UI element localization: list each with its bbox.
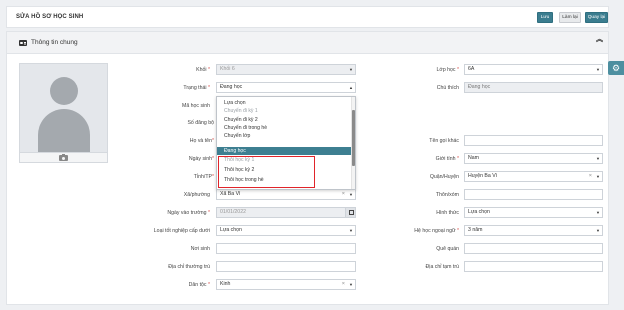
- gioi-tinh-select[interactable]: Nam ▼: [464, 153, 603, 164]
- que-quan-input[interactable]: [464, 243, 603, 254]
- quan-huyen-label: Quận/Huyện: [429, 174, 459, 180]
- upload-photo-bar[interactable]: [20, 152, 107, 162]
- noi-sinh-label: Nơi sinh: [190, 246, 210, 252]
- hinh-thuc-select[interactable]: Lựa chọn ▼: [464, 207, 603, 218]
- dropdown-option[interactable]: Chuyển đi kỳ 2: [217, 116, 353, 124]
- camera-icon[interactable]: [59, 153, 68, 161]
- dia-chi-thuong-tru-label: Địa chỉ thường trú: [168, 264, 210, 270]
- chu-thich-field: Đang học: [464, 82, 603, 93]
- so-dang-bo-label: Số đăng bộ: [187, 120, 214, 126]
- chevron-up-icon[interactable]: ︽: [596, 36, 603, 43]
- calendar-icon[interactable]: [345, 208, 355, 217]
- thon-xom-input[interactable]: [464, 189, 603, 200]
- ngay-sinh-label: Ngày sinh*: [188, 156, 214, 162]
- dia-chi-tam-tru-input[interactable]: [464, 261, 603, 272]
- dan-toc-label: Dân tộc *: [188, 282, 210, 288]
- ngay-vao-truong-input[interactable]: 01/01/2022: [216, 207, 356, 218]
- back-button[interactable]: Quay lại: [585, 12, 608, 23]
- dia-chi-thuong-tru-input[interactable]: [216, 261, 356, 272]
- avatar[interactable]: [19, 63, 108, 163]
- panel-header[interactable]: Thông tin chung ︽: [7, 32, 608, 54]
- ma-hoc-sinh-label: Mã học sinh: [182, 103, 210, 109]
- khoi-label: Khối *: [196, 67, 210, 73]
- chu-thich-label: Chú thích: [436, 85, 459, 91]
- que-quan-label: Quê quán: [436, 246, 459, 252]
- annotation-highlight-box: [218, 156, 315, 188]
- page-title: SỬA HỒ SƠ HỌC SINH: [16, 14, 84, 20]
- lop-hoc-select[interactable]: 6A ▼: [464, 64, 603, 75]
- dia-chi-tam-tru-label: Địa chỉ tạm trú: [425, 264, 459, 270]
- lop-hoc-label: Lớp học *: [436, 67, 459, 73]
- dropdown-option[interactable]: Chuyển đi kỳ 1: [217, 107, 353, 115]
- loai-tot-nghiep-select[interactable]: Lựa chọn ▼: [216, 225, 356, 236]
- xa-phuong-label: Xã/phường: [183, 192, 210, 198]
- ho-va-ten-label: Họ và tên*: [189, 138, 214, 144]
- gear-icon[interactable]: ⚙: [608, 61, 624, 75]
- id-card-icon: [19, 40, 27, 46]
- khoi-select[interactable]: Khối 6 ▼: [216, 64, 356, 75]
- gioi-tinh-label: Giới tính *: [435, 156, 459, 162]
- loai-tot-nghiep-label: Loại tốt nghiệp cấp dưới: [153, 228, 210, 234]
- panel-title: Thông tin chung: [31, 39, 78, 46]
- dan-toc-select[interactable]: Kinh × ▼: [216, 279, 356, 290]
- trang-thai-select[interactable]: Đang học ▲: [216, 82, 356, 93]
- dropdown-option[interactable]: Chuyển đi trong hè: [217, 124, 353, 132]
- ngay-vao-truong-label: Ngày vào trường *: [167, 210, 210, 216]
- avatar-body-shape: [38, 109, 90, 152]
- dropdown-scrollbar[interactable]: [351, 97, 355, 189]
- save-button[interactable]: Lưu: [537, 12, 553, 23]
- reset-button[interactable]: Làm lại: [559, 12, 581, 23]
- dropdown-option-selected[interactable]: Đang học: [217, 146, 353, 155]
- dropdown-option[interactable]: Chuyển lớp: [217, 132, 353, 140]
- hinh-thuc-label: Hình thức: [436, 210, 459, 216]
- avatar-head-shape: [50, 77, 78, 105]
- dropdown-option[interactable]: Lựa chọn: [217, 99, 353, 107]
- ten-goi-khac-label: Tên gọi khác: [429, 138, 459, 144]
- tinh-tp-label: Tỉnh/TP*: [193, 174, 214, 180]
- noi-sinh-input[interactable]: [216, 243, 356, 254]
- he-hoc-ngoai-ngu-select[interactable]: 3 năm ▼: [464, 225, 603, 236]
- he-hoc-ngoai-ngu-label: Hệ học ngoại ngữ *: [414, 228, 459, 234]
- quan-huyen-select[interactable]: Huyện Ba Vì × ▼: [464, 171, 603, 182]
- ten-goi-khac-input[interactable]: [464, 135, 603, 146]
- scrollbar-thumb[interactable]: [352, 110, 355, 166]
- top-bar: SỬA HỒ SƠ HỌC SINH Lưu Làm lại Quay lại: [6, 6, 609, 28]
- trang-thai-label: Trạng thái *: [183, 85, 210, 91]
- avatar-placeholder: [20, 64, 107, 152]
- thon-xom-label: Thôn/xóm: [435, 192, 459, 198]
- xa-phuong-select[interactable]: Xã Ba Vì × ▼: [216, 189, 356, 200]
